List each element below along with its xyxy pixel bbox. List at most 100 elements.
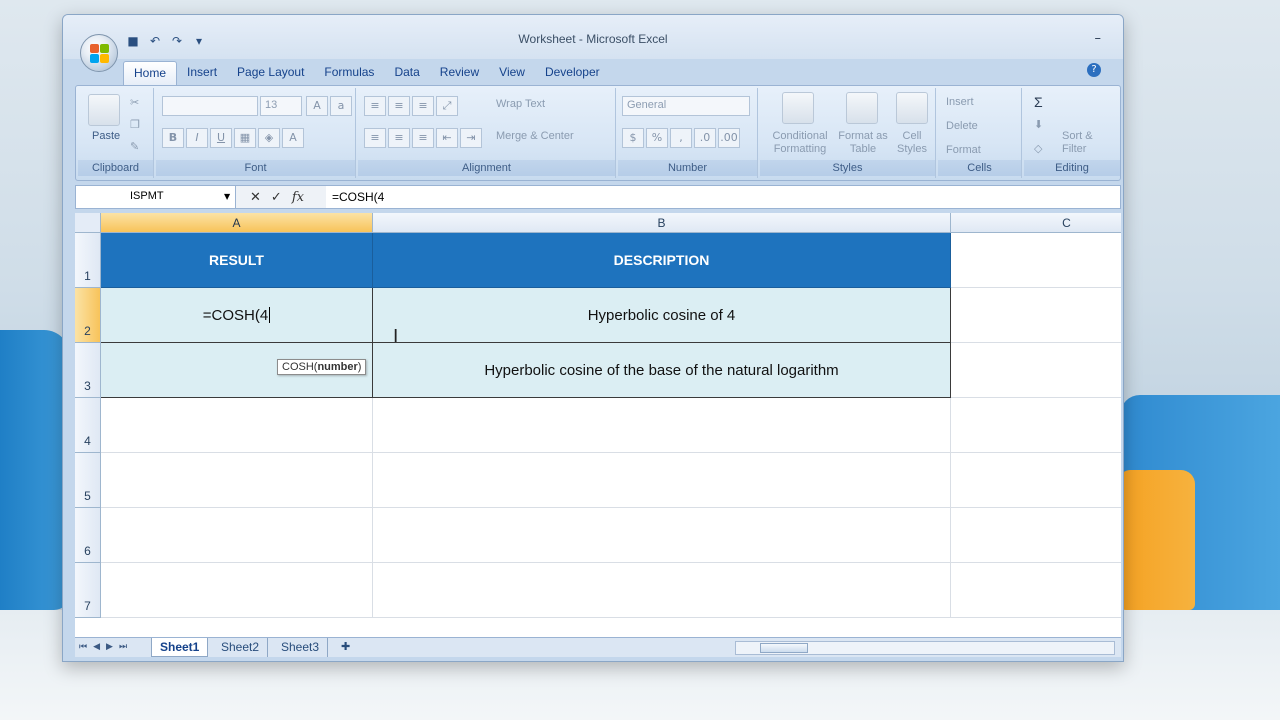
insert-sheet-icon[interactable]: ✚ <box>333 638 358 657</box>
sheet-tab-sheet3[interactable]: Sheet3 <box>273 638 329 657</box>
tab-data[interactable]: Data <box>384 61 429 85</box>
copy-icon[interactable]: ❐ <box>130 118 140 131</box>
first-sheet-icon[interactable]: ⏮ <box>79 641 87 652</box>
autosum-icon[interactable]: Σ <box>1034 94 1043 110</box>
enter-icon[interactable]: ✓ <box>271 190 282 205</box>
row-header-1[interactable]: 1 <box>75 233 101 288</box>
cell-b4[interactable] <box>373 398 951 453</box>
comma-icon[interactable]: , <box>670 128 692 148</box>
number-format-box[interactable]: General <box>622 96 750 116</box>
cell-styles-icon[interactable] <box>896 92 928 124</box>
font-name-box[interactable] <box>162 96 258 116</box>
paste-label[interactable]: Paste <box>92 130 120 142</box>
tab-formulas[interactable]: Formulas <box>314 61 384 85</box>
align-middle-icon[interactable]: ≡ <box>388 96 410 116</box>
font-size-box[interactable]: 13 <box>260 96 302 116</box>
cell-c5[interactable] <box>951 453 1121 508</box>
conditional-formatting-icon[interactable] <box>782 92 814 124</box>
name-box-dropdown-icon[interactable]: ▼ <box>224 192 230 201</box>
paste-icon[interactable] <box>88 94 120 126</box>
format-as-table-icon[interactable] <box>846 92 878 124</box>
tab-review[interactable]: Review <box>430 61 489 85</box>
tab-developer[interactable]: Developer <box>535 61 610 85</box>
clear-icon[interactable]: ◇ <box>1034 142 1042 155</box>
grow-font-icon[interactable]: A <box>306 96 328 116</box>
function-tooltip[interactable]: COSH(number) <box>277 359 367 375</box>
help-icon[interactable]: ? <box>1087 63 1101 77</box>
cancel-icon[interactable]: ✕ <box>250 190 261 205</box>
align-right-icon[interactable]: ≡ <box>412 128 434 148</box>
cell-b3[interactable]: Hyperbolic cosine of the base of the nat… <box>373 343 951 398</box>
tab-view[interactable]: View <box>489 61 535 85</box>
prev-sheet-icon[interactable]: ◀ <box>93 641 100 652</box>
cell-styles-button[interactable]: Cell Styles <box>890 130 934 156</box>
decrease-decimal-icon[interactable]: .00 <box>718 128 740 148</box>
cell-a4[interactable] <box>101 398 373 453</box>
tab-insert[interactable]: Insert <box>177 61 227 85</box>
percent-icon[interactable]: % <box>646 128 668 148</box>
next-sheet-icon[interactable]: ▶ <box>106 641 113 652</box>
minimize-icon[interactable]: – <box>1095 31 1102 46</box>
cell-a5[interactable] <box>101 453 373 508</box>
column-header-b[interactable]: B <box>373 213 951 233</box>
cell-c6[interactable] <box>951 508 1121 563</box>
cell-a7[interactable] <box>101 563 373 618</box>
align-top-icon[interactable]: ≡ <box>364 96 386 116</box>
cell-b7[interactable] <box>373 563 951 618</box>
horizontal-scroll-thumb[interactable] <box>760 643 808 653</box>
font-color-icon[interactable]: A <box>282 128 304 148</box>
row-header-6[interactable]: 6 <box>75 508 101 563</box>
bold-icon[interactable]: B <box>162 128 184 148</box>
sheet-tab-sheet2[interactable]: Sheet2 <box>213 638 269 657</box>
column-header-a[interactable]: A <box>101 213 373 233</box>
fill-color-icon[interactable]: ◈ <box>258 128 280 148</box>
format-as-table-button[interactable]: Format as Table <box>838 130 888 156</box>
merge-center-button[interactable]: Merge & Center <box>496 130 574 142</box>
name-box[interactable]: ISPMT <box>76 186 236 208</box>
wrap-text-button[interactable]: Wrap Text <box>496 98 545 110</box>
cell-c4[interactable] <box>951 398 1121 453</box>
cell-a1[interactable]: RESULT <box>101 233 373 288</box>
increase-decimal-icon[interactable]: .0 <box>694 128 716 148</box>
cell-c3[interactable] <box>951 343 1121 398</box>
select-all-corner[interactable] <box>75 213 101 233</box>
sort-filter-button[interactable]: Sort & Filter <box>1062 130 1118 156</box>
insert-function-icon[interactable]: fx <box>292 190 304 205</box>
italic-icon[interactable]: I <box>186 128 208 148</box>
horizontal-scrollbar[interactable] <box>735 641 1115 655</box>
borders-icon[interactable]: ▦ <box>234 128 256 148</box>
row-header-4[interactable]: 4 <box>75 398 101 453</box>
formula-input[interactable]: =COSH(4 <box>332 190 384 204</box>
cell-b1[interactable]: DESCRIPTION <box>373 233 951 288</box>
cell-c1[interactable] <box>951 233 1121 288</box>
align-bottom-icon[interactable]: ≡ <box>412 96 434 116</box>
cell-b2[interactable]: Hyperbolic cosine of 4 <box>373 288 951 343</box>
column-header-c[interactable]: C <box>951 213 1121 233</box>
fill-icon[interactable]: ⬇ <box>1034 118 1043 131</box>
orientation-icon[interactable]: ⤢ <box>436 96 458 116</box>
shrink-font-icon[interactable]: a <box>330 96 352 116</box>
increase-indent-icon[interactable]: ⇥ <box>460 128 482 148</box>
tab-home[interactable]: Home <box>123 61 178 85</box>
last-sheet-icon[interactable]: ⏭ <box>119 641 127 652</box>
insert-cells-button[interactable]: Insert <box>946 96 974 108</box>
decrease-indent-icon[interactable]: ⇤ <box>436 128 458 148</box>
row-header-7[interactable]: 7 <box>75 563 101 618</box>
align-center-icon[interactable]: ≡ <box>388 128 410 148</box>
conditional-formatting-button[interactable]: Conditional Formatting <box>764 130 836 156</box>
row-header-2[interactable]: 2 <box>75 288 101 343</box>
row-header-3[interactable]: 3 <box>75 343 101 398</box>
cut-icon[interactable]: ✂ <box>130 96 139 109</box>
format-cells-button[interactable]: Format <box>946 144 981 156</box>
tab-page-layout[interactable]: Page Layout <box>227 61 314 85</box>
cell-a2-editing[interactable]: =COSH(4 <box>101 288 373 343</box>
cell-c7[interactable] <box>951 563 1121 618</box>
cell-c2[interactable] <box>951 288 1121 343</box>
underline-icon[interactable]: U <box>210 128 232 148</box>
row-header-5[interactable]: 5 <box>75 453 101 508</box>
delete-cells-button[interactable]: Delete <box>946 120 978 132</box>
cell-a6[interactable] <box>101 508 373 563</box>
format-painter-icon[interactable]: ✎ <box>130 140 139 153</box>
currency-icon[interactable]: $ <box>622 128 644 148</box>
cell-b5[interactable] <box>373 453 951 508</box>
